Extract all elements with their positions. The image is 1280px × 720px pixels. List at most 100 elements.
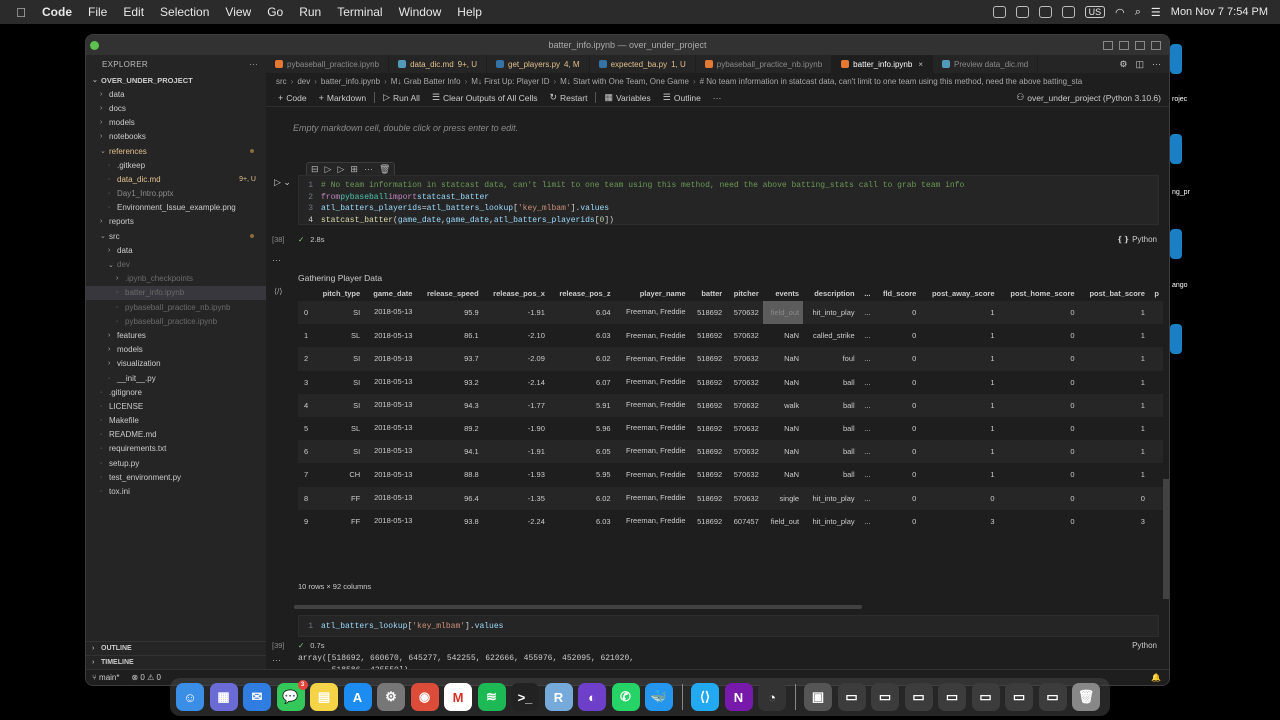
menubar-clock[interactable]: Mon Nov 7 7:54 PM [1171, 6, 1268, 18]
folder-item[interactable]: › models [86, 343, 266, 357]
dock-r-studio-icon[interactable]: R [544, 683, 573, 711]
menu-help[interactable]: Help [449, 5, 490, 19]
dock-window-7-icon[interactable]: ▭ [1038, 683, 1067, 711]
dock-messages-icon[interactable]: 💬 3 [276, 680, 308, 711]
breadcrumb-item[interactable]: M↓ First Up: Player ID [471, 77, 549, 86]
run-by-line-icon[interactable]: ⊟ [311, 164, 319, 175]
desktop-folder-icon[interactable] [1170, 44, 1182, 74]
output-more-icon[interactable]: ··· [272, 255, 281, 265]
menu-file[interactable]: File [80, 5, 115, 19]
dock-gmail-icon[interactable]: M [444, 683, 472, 711]
folder-item[interactable]: › notebooks [86, 130, 266, 144]
dock-window-5-icon[interactable]: ▭ [971, 683, 1000, 711]
restart-kernel-button[interactable]: ↻ Restart [544, 92, 594, 103]
folder-item[interactable]: ⌄ src [86, 229, 266, 243]
timeline-section[interactable]: › TIMELINE [86, 654, 266, 669]
dock-trash-icon[interactable]: 🗑 [1072, 683, 1100, 711]
editor-tab[interactable]: data_dic.md 9+, U [389, 55, 487, 73]
file-item[interactable]: · LICENSE [86, 399, 266, 413]
output-more-icon[interactable]: ··· [272, 655, 281, 665]
execute-above-icon[interactable]: ▷ [325, 164, 332, 175]
editor-tab[interactable]: Preview data_dic.md [933, 55, 1039, 73]
add-markdown-cell-button[interactable]: + Markdown [313, 93, 372, 103]
split-cell-icon[interactable]: ⊞ [350, 164, 358, 175]
close-tab-icon[interactable]: × [918, 60, 923, 69]
file-item[interactable]: · test_environment.py [86, 470, 266, 484]
menu-view[interactable]: View [217, 5, 259, 19]
file-item[interactable]: · .gitignore [86, 385, 266, 399]
breadcrumb-item[interactable]: batter_info.ipynb [321, 77, 380, 86]
vertical-scrollbar[interactable] [1163, 479, 1169, 599]
dock-preview-icon[interactable]: ▣ [804, 683, 832, 711]
empty-markdown-cell[interactable]: Empty markdown cell, double click or pre… [293, 123, 518, 133]
notifications-icon[interactable]: 🔔 [1151, 673, 1161, 682]
folder-item[interactable]: › features [86, 328, 266, 342]
dock-app-store-icon[interactable]: A [343, 683, 372, 711]
folder-item[interactable]: ⌄ dev [86, 257, 266, 271]
dock-mail-icon[interactable]: ✉ [243, 683, 271, 711]
cell-language[interactable]: ❴❵ Python [1116, 235, 1157, 244]
editor-tab[interactable]: get_players.py 4, M [487, 55, 590, 73]
file-item[interactable]: · pybaseball_practice.ipynb [86, 314, 266, 328]
status-icon[interactable] [1015, 6, 1029, 18]
more-actions-icon[interactable]: ··· [249, 60, 258, 69]
menu-selection[interactable]: Selection [152, 5, 217, 19]
file-item[interactable]: · README.md [86, 428, 266, 442]
git-branch[interactable]: ⑂ main* [92, 673, 119, 682]
settings-gear-icon[interactable]: ⚙ [1119, 59, 1127, 70]
editor-tab[interactable]: pybaseball_practice.ipynb [266, 55, 390, 73]
input-source-indicator[interactable]: US [1084, 6, 1106, 18]
app-menu[interactable]: Code [34, 5, 80, 19]
add-code-cell-button[interactable]: + Code [272, 93, 313, 103]
editor-tab[interactable]: pybaseball_practice_nb.ipynb [696, 55, 833, 73]
more-actions-icon[interactable]: ··· [1152, 59, 1161, 69]
file-item[interactable]: · Day1_Intro.pptx [86, 187, 266, 201]
search-icon[interactable]: ⌕ [1135, 6, 1141, 19]
split-editor-icon[interactable]: ◫ [1135, 59, 1144, 70]
more-toolbar-actions[interactable]: ··· [707, 93, 728, 103]
variables-button[interactable]: ▦ Variables [598, 92, 656, 103]
dock-github-icon[interactable]: ◐ [578, 683, 606, 711]
menu-window[interactable]: Window [391, 5, 450, 19]
folder-item[interactable]: › .ipynb_checkpoints [86, 272, 266, 286]
run-cell-button[interactable]: ▷ ⌄ [274, 177, 291, 188]
dock-window-6-icon[interactable]: ▭ [1005, 683, 1033, 711]
output-renderer-icon[interactable]: ⟨/⟩ [274, 287, 282, 296]
status-icon[interactable] [1061, 6, 1075, 18]
file-item[interactable]: · __init__.py [86, 371, 266, 385]
status-icon[interactable] [992, 6, 1006, 18]
breadcrumb-item[interactable]: src [276, 77, 287, 86]
dock-system-settings-icon[interactable]: ⚙ [377, 683, 405, 711]
dock-onenote-icon[interactable]: N [724, 683, 753, 711]
cell-language[interactable]: Python [1132, 641, 1157, 650]
menu-go[interactable]: Go [259, 5, 291, 19]
desktop-folder-icon[interactable] [1170, 134, 1182, 164]
dock-chrome-icon[interactable]: ◉ [410, 683, 439, 711]
breadcrumb-item[interactable]: dev [297, 77, 310, 86]
folder-item[interactable]: › reports [86, 215, 266, 229]
file-item[interactable]: · setup.py [86, 456, 266, 470]
folder-item[interactable]: › visualization [86, 357, 266, 371]
file-item[interactable]: · data_dic.md 9+, U [86, 172, 266, 186]
clear-outputs-button[interactable]: ☰ Clear Outputs of All Cells [426, 92, 544, 103]
file-item[interactable]: · tox.ini [86, 484, 266, 498]
dock-window-2-icon[interactable]: ▭ [871, 683, 899, 711]
status-icon[interactable] [1038, 6, 1052, 18]
editor-tab[interactable]: batter_info.ipynb × [832, 55, 933, 73]
dock-window-4-icon[interactable]: ▭ [938, 683, 966, 711]
folder-item[interactable]: › docs [86, 101, 266, 115]
more-actions-icon[interactable]: ··· [364, 164, 373, 175]
dock-window-3-icon[interactable]: ▭ [904, 683, 933, 711]
file-item[interactable]: · batter_info.ipynb [86, 285, 266, 300]
folder-item[interactable]: › models [86, 116, 266, 130]
delete-cell-icon[interactable]: 🗑 [379, 164, 390, 175]
run-all-button[interactable]: ▷ Run All [377, 92, 426, 103]
dock-window-1-icon[interactable]: ▭ [837, 683, 866, 711]
file-item[interactable]: · Environment_Issue_example.png [86, 201, 266, 215]
breadcrumb-item[interactable]: M↓ Start with One Team, One Game [560, 77, 689, 86]
file-item[interactable]: · .gitkeep [86, 158, 266, 172]
dock-notes-icon[interactable]: ▤ [310, 683, 338, 711]
menu-edit[interactable]: Edit [115, 5, 152, 19]
execute-below-icon[interactable]: ▷ [337, 164, 344, 175]
folder-item[interactable]: › data [86, 87, 266, 101]
